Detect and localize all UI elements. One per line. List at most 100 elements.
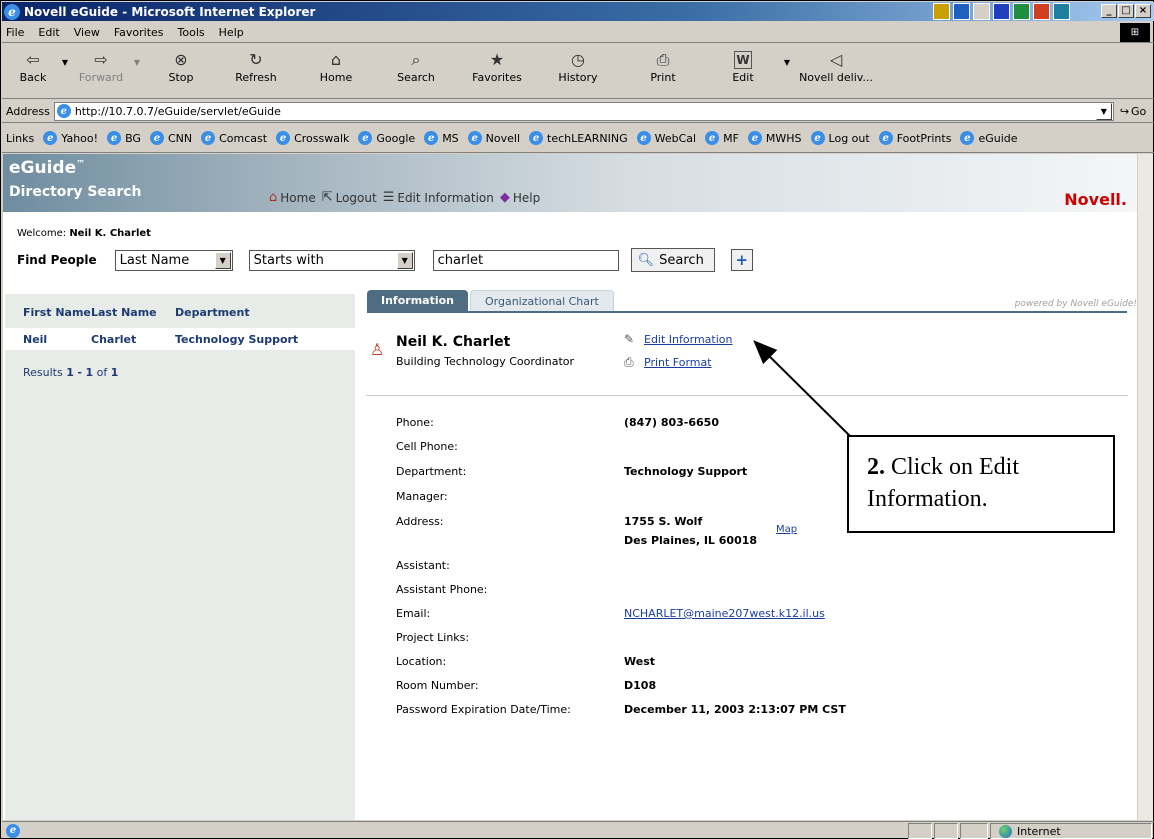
globe-icon: [999, 824, 1012, 838]
print-format-link[interactable]: Print Format: [644, 356, 712, 369]
ie-link-icon: e: [636, 131, 651, 145]
powered-by: powered by Novell eGuide!: [1014, 299, 1137, 309]
favorites-icon: ★: [489, 50, 505, 69]
eguide-nav: ⌂ Home ⇱ Logout ☰ Edit Information ◆ Help: [269, 190, 546, 205]
field-select[interactable]: Last Name ▼: [114, 249, 233, 271]
menu-view[interactable]: View: [74, 26, 100, 39]
information-panel: ♙ Neil K. Charlet Building Technology Co…: [358, 313, 1138, 820]
nav-help[interactable]: ◆ Help: [500, 190, 540, 205]
ie-link-icon: e: [810, 131, 825, 145]
favorites-button[interactable]: ★ Favorites: [456, 44, 538, 99]
edit-dropdown-icon[interactable]: ▼: [778, 44, 796, 67]
address-input[interactable]: e http://10.7.0.7/eGuide/servlet/eGuide: [53, 101, 1114, 121]
ie-link-icon: e: [43, 131, 58, 145]
publisher-icon[interactable]: [1053, 3, 1070, 20]
status-bar: e Internet: [2, 821, 1154, 839]
field-label-phone: Phone:: [396, 416, 434, 429]
detail-tabs: Information Organizational Chart: [367, 290, 616, 311]
word-icon[interactable]: [993, 3, 1010, 20]
link-eguide[interactable]: e eGuide: [960, 131, 1018, 145]
novell-deliver-button[interactable]: ◁ Novell deliv...: [796, 44, 876, 99]
nav-logout[interactable]: ⇱ Logout: [322, 190, 377, 205]
tray-app-icon[interactable]: [933, 3, 950, 20]
history-button[interactable]: ◷ History: [538, 44, 618, 99]
ie-link-icon: e: [529, 131, 544, 145]
link-ms[interactable]: e MS: [424, 131, 459, 145]
address-bar: Address e http://10.7.0.7/eGuide/servlet…: [2, 100, 1154, 123]
close-button[interactable]: ×: [1135, 4, 1151, 18]
go-arrow-icon: ↪: [1119, 104, 1130, 118]
ie-link-icon: e: [878, 131, 893, 145]
back-dropdown-icon[interactable]: ▼: [56, 44, 74, 67]
back-button[interactable]: ⇦ Back: [10, 44, 56, 99]
field-value-phone: (847) 803-6650: [624, 416, 719, 429]
forward-dropdown-icon[interactable]: ▼: [128, 44, 146, 67]
print-format-action: ⎙ Print Format: [624, 355, 712, 370]
field-value-room-number: D108: [624, 679, 657, 692]
status-panel: [908, 823, 932, 839]
edit-information-link[interactable]: Edit Information: [644, 333, 732, 346]
nav-edit-information[interactable]: ☰ Edit Information: [383, 190, 494, 205]
refresh-button[interactable]: ↻ Refresh: [216, 44, 296, 99]
link-comcast[interactable]: e Comcast: [201, 131, 267, 145]
link-mf[interactable]: e MF: [705, 131, 739, 145]
col-department[interactable]: Department: [175, 306, 355, 326]
tray-app-icon[interactable]: [973, 3, 990, 20]
forward-button[interactable]: ⇨ Forward: [74, 44, 128, 99]
link-cnn[interactable]: e CNN: [149, 131, 192, 145]
tab-information[interactable]: Information: [367, 290, 468, 311]
print-button[interactable]: ⎙ Print: [618, 44, 708, 99]
col-last-name[interactable]: Last Name: [91, 306, 175, 326]
search-button[interactable]: 🔍︎ Search: [630, 248, 715, 272]
tab-organizational-chart[interactable]: Organizational Chart: [470, 290, 614, 311]
home-icon: ⌂: [269, 190, 278, 205]
advanced-search-button[interactable]: +: [730, 249, 753, 271]
tray-app-icon[interactable]: [953, 3, 970, 20]
printer-icon: ⎙: [624, 355, 634, 369]
operator-select[interactable]: Starts with ▼: [248, 249, 415, 271]
link-mwhs[interactable]: e MWHS: [747, 131, 802, 145]
restore-button[interactable]: □: [1118, 4, 1134, 18]
link-techlearning[interactable]: e techLEARNING: [529, 131, 628, 145]
link-crosswalk[interactable]: e Crosswalk: [276, 131, 349, 145]
go-button[interactable]: ↪ Go: [1120, 105, 1146, 118]
stop-button[interactable]: ⊗ Stop: [146, 44, 216, 99]
menu-tools[interactable]: Tools: [178, 26, 205, 39]
novell-deliver-icon: ◁: [829, 50, 843, 69]
ie-link-icon: e: [358, 131, 373, 145]
search-button[interactable]: ⌕ Search: [376, 44, 456, 99]
link-novell[interactable]: e Novell: [467, 131, 520, 145]
person-title: Building Technology Coordinator: [396, 355, 575, 368]
excel-icon[interactable]: [1013, 3, 1030, 20]
map-link[interactable]: Map: [776, 524, 797, 535]
links-label: Links: [6, 131, 35, 145]
vertical-scrollbar[interactable]: [1137, 154, 1153, 820]
home-button[interactable]: ⌂ Home: [296, 44, 376, 99]
powerpoint-icon[interactable]: [1033, 3, 1050, 20]
menu-edit[interactable]: Edit: [38, 26, 59, 39]
menu-file[interactable]: File: [6, 26, 24, 39]
nav-home[interactable]: ⌂ Home: [269, 190, 316, 205]
link-logout[interactable]: e Log out: [810, 131, 870, 145]
address-label: Address: [6, 104, 50, 118]
link-footprints[interactable]: e FootPrints: [878, 131, 951, 145]
col-first-name[interactable]: First Name: [5, 306, 91, 326]
menu-help[interactable]: Help: [219, 26, 244, 39]
table-row[interactable]: Neil Charlet Technology Support: [5, 328, 355, 350]
address-dropdown-icon[interactable]: ▼: [1095, 102, 1112, 120]
callout-step: 2.: [867, 454, 885, 480]
ie-link-icon: e: [747, 131, 762, 145]
email-link[interactable]: NCHARLET@maine207west.k12.il.us: [624, 607, 825, 620]
menu-favorites[interactable]: Favorites: [114, 26, 164, 39]
menu-bar: File Edit View Favorites Tools Help ⊞: [2, 22, 1154, 43]
link-bg[interactable]: e BG: [107, 131, 141, 145]
directory-search-heading: Directory Search: [9, 184, 142, 200]
taskbar-tray-icons: [933, 3, 1070, 20]
link-webcal[interactable]: e WebCal: [636, 131, 696, 145]
link-google[interactable]: e Google: [358, 131, 415, 145]
minimize-button[interactable]: _: [1101, 4, 1117, 18]
edit-button[interactable]: W Edit: [708, 44, 778, 99]
field-value-department: Technology Support: [624, 465, 748, 478]
link-yahoo[interactable]: e Yahoo!: [43, 131, 98, 145]
search-input[interactable]: charlet: [432, 249, 619, 271]
